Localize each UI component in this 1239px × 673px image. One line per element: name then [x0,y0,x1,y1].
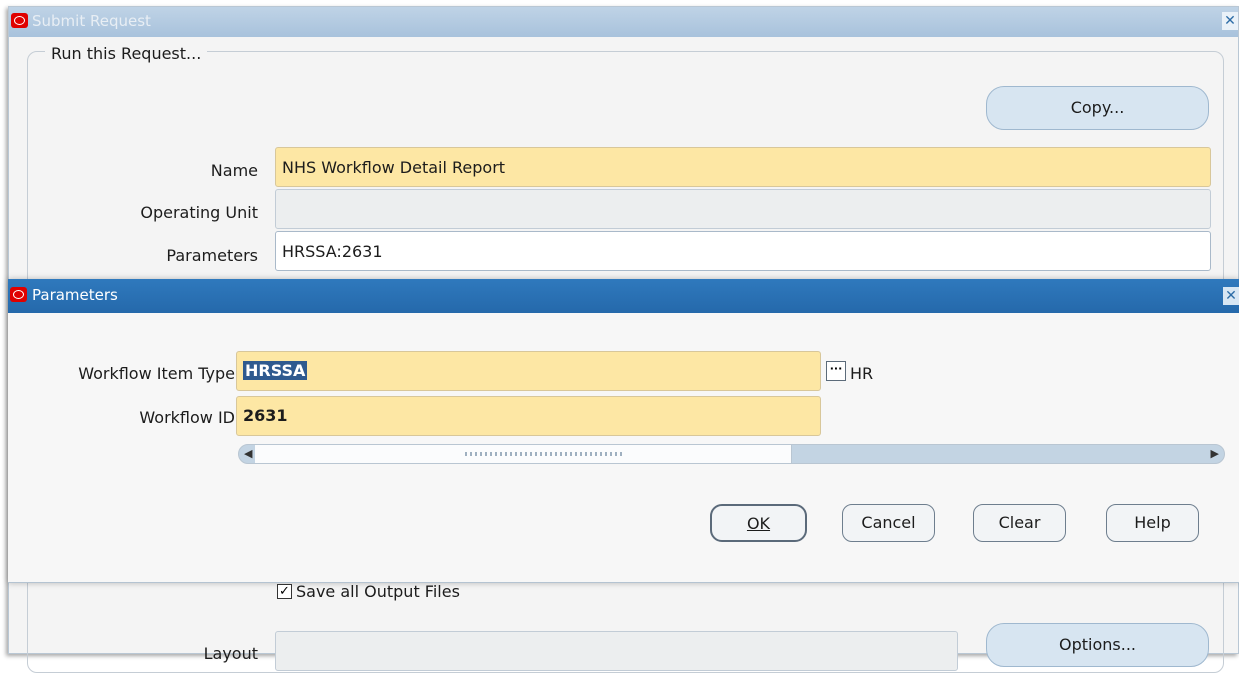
item-type-description: HR [850,364,874,383]
parameters-label: Parameters [166,246,258,265]
save-output-checkbox[interactable]: ✓ [277,584,292,599]
oracle-logo-icon [11,13,28,28]
list-of-values-icon[interactable]: ··· [826,361,846,381]
help-button[interactable]: Help [1106,504,1199,542]
scrollbar-thumb[interactable] [255,445,792,463]
workflow-id-label: Workflow ID [139,408,235,427]
selected-text: HRSSA [243,361,308,380]
scroll-left-icon[interactable]: ◀ [244,447,252,460]
window-title: Submit Request [32,12,151,30]
parameters-title: Parameters [32,286,118,304]
parameters-field[interactable]: HRSSA:2631 [275,231,1211,271]
options-button[interactable]: Options... [986,623,1209,667]
oracle-logo-icon [10,287,27,302]
save-output-label: Save all Output Files [296,582,460,601]
clear-button[interactable]: Clear [973,504,1066,542]
close-icon[interactable]: ✕ [1223,287,1239,305]
workflow-item-type-field[interactable]: HRSSA [236,351,821,391]
close-icon[interactable]: ✕ [1222,12,1238,30]
copy-button[interactable]: Copy... [986,86,1209,130]
horizontal-scrollbar[interactable]: ◀ ▶ [238,444,1225,464]
scroll-right-icon[interactable]: ▶ [1211,447,1219,460]
workflow-id-field[interactable]: 2631 [236,396,821,436]
ok-button[interactable]: OK [710,504,807,542]
name-label: Name [210,161,258,180]
operating-unit-field[interactable] [275,189,1211,229]
operating-unit-label: Operating Unit [140,203,258,222]
grip-icon [465,452,625,456]
workflow-item-type-label: Workflow Item Type [78,364,235,383]
layout-field[interactable] [275,631,958,671]
submit-request-titlebar[interactable]: Submit Request ✕ [9,7,1238,37]
name-field[interactable]: NHS Workflow Detail Report [275,147,1211,187]
parameters-titlebar[interactable]: Parameters ✕ [8,279,1239,313]
cancel-button[interactable]: Cancel [842,504,935,542]
group-label: Run this Request... [45,44,208,63]
parameters-dialog: Parameters ✕ Workflow Item Type HRSSA ··… [8,279,1239,583]
